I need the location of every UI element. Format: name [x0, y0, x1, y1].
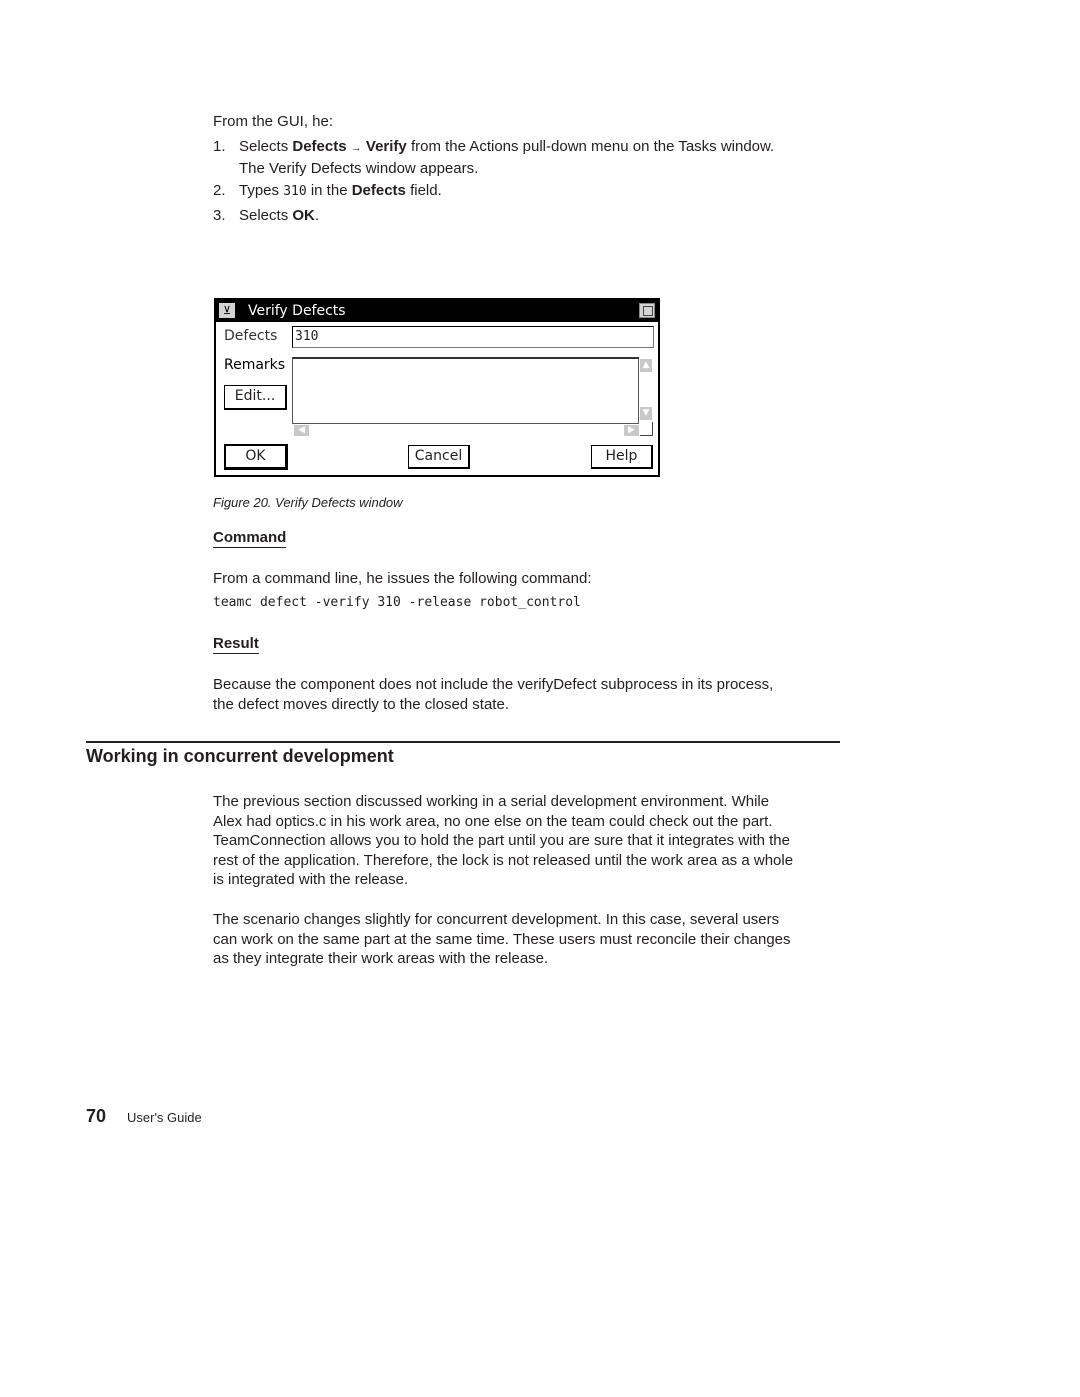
- menu-defects: Defects: [292, 138, 347, 155]
- paragraph-line: Alex had optics.c in his work area, no o…: [213, 812, 773, 830]
- result-line: the defect moves directly to the closed …: [213, 695, 509, 713]
- step-2: 2. Types 310 in the Defects field.: [213, 181, 442, 202]
- help-button[interactable]: Help: [591, 445, 653, 469]
- scroll-up-icon[interactable]: ▲: [640, 359, 652, 372]
- paragraph-line: The previous section discussed working i…: [213, 793, 770, 810]
- command-heading: Command: [213, 529, 287, 548]
- step-number: 3.: [213, 207, 226, 224]
- section-heading: Working in concurrent development: [86, 746, 394, 766]
- paragraph-line: as they integrate their work areas with …: [213, 950, 549, 967]
- remarks-textarea[interactable]: [292, 357, 639, 424]
- step-number: 1.: [213, 138, 226, 155]
- button-name: OK: [292, 207, 315, 224]
- step-text: Types: [239, 182, 284, 199]
- scroll-down-icon[interactable]: ▼: [640, 407, 652, 420]
- footer-title: User's Guide: [127, 1110, 202, 1125]
- figure-caption: Figure 20. Verify Defects window: [213, 495, 403, 510]
- scroll-corner: [640, 422, 653, 436]
- ok-button-label: OK: [245, 448, 266, 464]
- field-name: Defects: [351, 182, 406, 199]
- arrow-icon: →: [350, 142, 362, 154]
- paragraph-line: TeamConnection allows you to hold the pa…: [213, 832, 790, 849]
- command-intro: From a command line, he issues the follo…: [213, 570, 592, 587]
- verify-defects-dialog: ⊻ Verify Defects Defects 310 Remarks ▲ ▼…: [214, 298, 660, 477]
- defects-input[interactable]: 310: [292, 326, 654, 348]
- maximize-icon[interactable]: [639, 303, 655, 318]
- step-text: Selects: [239, 138, 293, 155]
- command-text: teamc defect -verify 310 -release robot_…: [213, 595, 581, 610]
- edit-button-label: Edit...: [234, 388, 276, 404]
- cancel-button[interactable]: Cancel: [408, 445, 470, 469]
- help-button-label: Help: [605, 448, 638, 464]
- title-bar: ⊻ Verify Defects: [216, 300, 658, 322]
- ok-button[interactable]: OK: [224, 444, 288, 470]
- result-line: Because the component does not include t…: [213, 676, 774, 693]
- result-heading: Result: [213, 635, 259, 654]
- step-3: 3. Selects OK.: [213, 206, 319, 226]
- paragraph-line: is integrated with the release.: [213, 871, 409, 888]
- page-number: 70: [86, 1106, 107, 1126]
- edit-button[interactable]: Edit...: [224, 385, 287, 410]
- step-number: 2.: [213, 182, 226, 199]
- scroll-left-icon[interactable]: ◀: [294, 425, 309, 436]
- dialog-title: Verify Defects: [248, 303, 346, 319]
- step-text: in the: [306, 182, 352, 199]
- step-text: Selects: [239, 207, 293, 224]
- paragraph-2: The scenario changes slightly for concur…: [213, 910, 791, 969]
- step-text: .: [314, 207, 320, 224]
- scroll-right-icon[interactable]: ▶: [624, 425, 639, 436]
- step-text: from the Actions pull-down menu on the T…: [406, 138, 775, 155]
- step-text: field.: [405, 182, 442, 199]
- result-text: Because the component does not include t…: [213, 675, 773, 714]
- step-1: 1. Selects Defects → Verify from the Acti…: [213, 137, 774, 178]
- defects-label: Defects: [224, 328, 278, 344]
- paragraph-1: The previous section discussed working i…: [213, 792, 793, 890]
- cancel-button-label: Cancel: [414, 448, 463, 464]
- step-continuation: The Verify Defects window appears.: [239, 159, 479, 177]
- system-menu-icon[interactable]: ⊻: [219, 303, 235, 318]
- remarks-label: Remarks: [224, 357, 286, 373]
- section-rule: [86, 741, 840, 743]
- menu-verify: Verify: [365, 138, 407, 155]
- paragraph-line: rest of the application. Therefore, the …: [213, 851, 794, 869]
- intro-text: From the GUI, he:: [213, 113, 334, 130]
- paragraph-line: The scenario changes slightly for concur…: [213, 911, 780, 928]
- paragraph-line: can work on the same part at the same ti…: [213, 930, 791, 948]
- code-value: 310: [283, 184, 307, 199]
